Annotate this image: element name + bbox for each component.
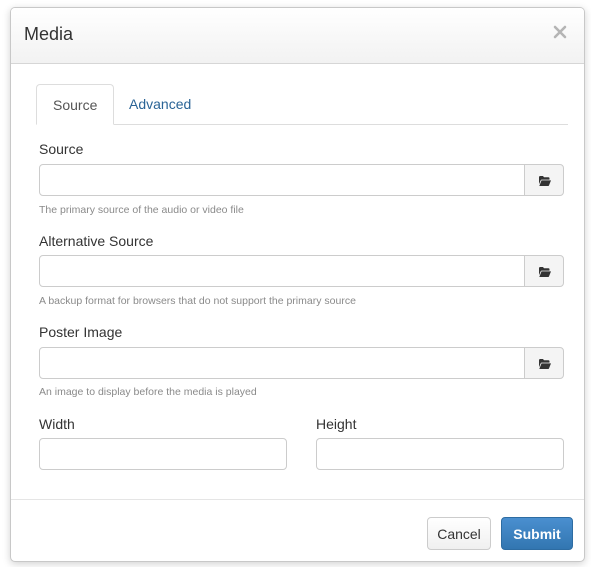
height-input[interactable] — [316, 438, 564, 470]
folder-open-icon — [539, 267, 551, 277]
source-help-text: The primary source of the audio or video… — [39, 204, 244, 216]
alt-source-input[interactable] — [39, 255, 525, 287]
tab-bar: Source Advanced — [36, 84, 568, 125]
source-input[interactable] — [39, 164, 525, 196]
source-label: Source — [39, 141, 84, 157]
tab-advanced[interactable]: Advanced — [113, 84, 207, 124]
submit-button[interactable]: Submit — [501, 517, 573, 550]
poster-image-help-text: An image to display before the media is … — [39, 386, 257, 398]
media-dialog: Media Source Advanced Source The primary… — [10, 7, 585, 562]
alt-source-input-group — [39, 255, 564, 287]
poster-image-browse-button[interactable] — [524, 347, 564, 379]
source-browse-button[interactable] — [524, 164, 564, 196]
folder-open-icon — [539, 359, 551, 369]
source-input-group — [39, 164, 564, 196]
width-input[interactable] — [39, 438, 287, 470]
poster-image-input-group — [39, 347, 564, 379]
cancel-button[interactable]: Cancel — [427, 517, 491, 550]
tab-source[interactable]: Source — [36, 84, 115, 125]
folder-open-icon — [539, 176, 551, 186]
poster-image-input[interactable] — [39, 347, 525, 379]
height-label: Height — [316, 416, 357, 432]
dialog-title: Media — [24, 24, 74, 44]
close-x-icon[interactable] — [550, 22, 570, 42]
dialog-header: Media — [11, 8, 584, 64]
dialog-footer: Cancel Submit — [11, 499, 584, 561]
alt-source-label: Alternative Source — [39, 233, 154, 249]
alt-source-browse-button[interactable] — [524, 255, 564, 287]
width-label: Width — [39, 416, 75, 432]
poster-image-label: Poster Image — [39, 324, 123, 340]
alt-source-help-text: A backup format for browsers that do not… — [39, 295, 356, 307]
